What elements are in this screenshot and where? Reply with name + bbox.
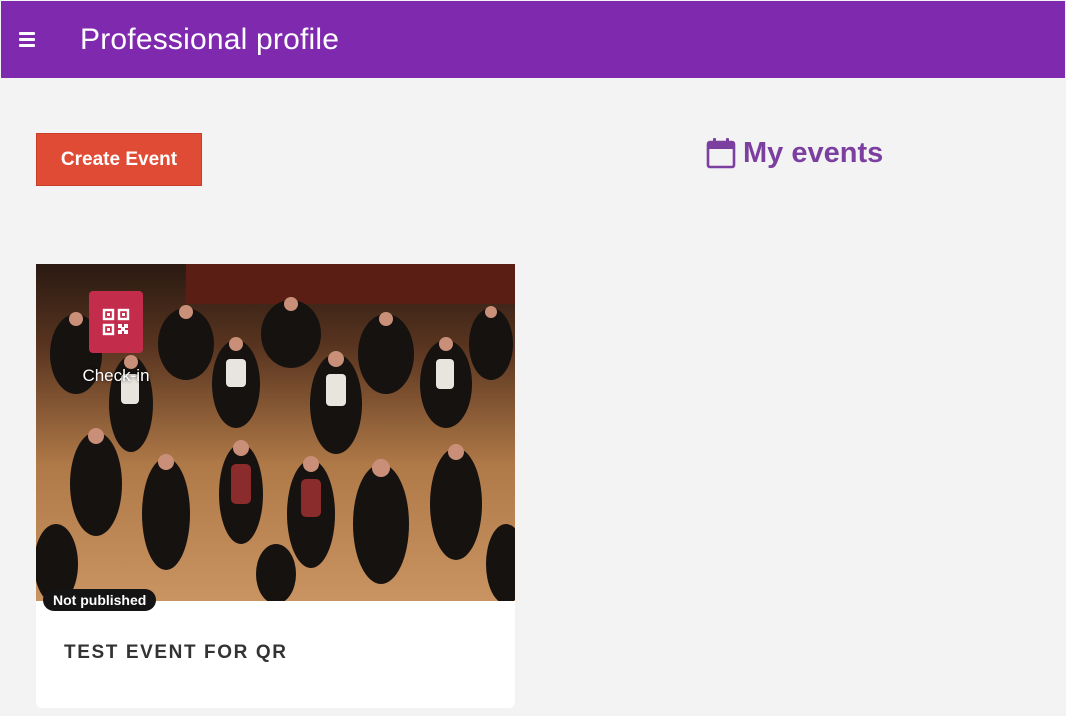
page-title: Professional profile <box>80 22 340 56</box>
my-events-title: My events <box>743 136 884 169</box>
checkin-label: Check-in <box>82 366 150 385</box>
checkin-qr-button[interactable] <box>89 291 143 353</box>
event-card[interactable]: Check-in Not published TEST EVENT FOR QR <box>36 264 515 708</box>
qr-code-icon <box>102 308 130 336</box>
status-badge: Not published <box>43 589 157 611</box>
event-image: Check-in <box>36 264 515 601</box>
hamburger-menu-icon[interactable] <box>19 26 47 54</box>
calendar-icon <box>706 138 736 169</box>
event-title[interactable]: TEST EVENT FOR QR <box>64 642 288 664</box>
create-event-button[interactable]: Create Event <box>36 133 202 186</box>
my-events-heading: My events <box>706 133 883 173</box>
top-app-bar: Professional profile <box>1 1 1065 78</box>
